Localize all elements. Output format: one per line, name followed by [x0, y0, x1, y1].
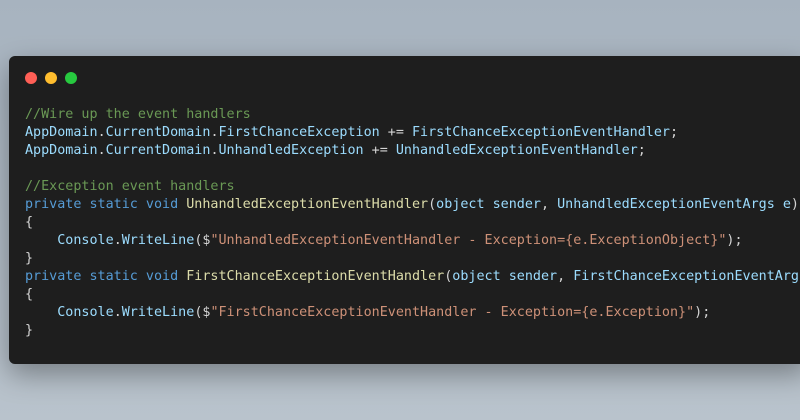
- code-token-punct: +=: [379, 125, 412, 140]
- code-line: Console.WriteLine($"UnhandledExceptionEv…: [25, 232, 800, 250]
- code-token-punct: .: [210, 125, 219, 140]
- code-token-punct: [25, 233, 57, 248]
- code-token-ident: CurrentDomain: [105, 125, 211, 140]
- code-token-ident: FirstChanceExceptionEventHandler: [412, 125, 670, 140]
- code-token-punct: ($: [194, 305, 211, 320]
- code-token-ident: FirstChanceExceptionEventArgs e: [573, 269, 800, 284]
- code-token-punct: }: [25, 323, 34, 338]
- code-token-keyword: private static void: [25, 269, 187, 284]
- code-token-punct: {: [25, 287, 34, 302]
- code-token-ident: object sender: [452, 269, 558, 284]
- code-token-ident: UnhandledExceptionEventArgs e: [557, 197, 791, 212]
- code-line: }: [25, 250, 800, 268]
- code-token-punct: [25, 305, 57, 320]
- code-token-punct: {: [25, 215, 34, 230]
- code-token-punct: ;: [637, 143, 646, 158]
- code-line: {: [25, 286, 800, 304]
- code-token-ident: WriteLine: [121, 305, 195, 320]
- code-token-method: UnhandledExceptionEventHandler: [186, 197, 429, 212]
- code-token-ident: FirstChanceException: [218, 125, 380, 140]
- code-line: AppDomain.CurrentDomain.FirstChanceExcep…: [25, 124, 800, 142]
- code-token-string: "FirstChanceExceptionEventHandler - Exce…: [210, 305, 695, 320]
- code-token-ident: UnhandledException: [218, 143, 364, 158]
- code-token-ident: Console: [57, 233, 114, 248]
- code-token-method: FirstChanceExceptionEventHandler: [186, 269, 445, 284]
- code-token-ident: UnhandledExceptionEventHandler: [395, 143, 638, 158]
- code-token-punct: ;: [669, 125, 679, 140]
- code-line: Console.WriteLine($"FirstChanceException…: [25, 304, 800, 322]
- code-token-ident: CurrentDomain: [105, 143, 211, 158]
- code-line: //Exception event handlers: [25, 178, 800, 196]
- code-token-punct: .: [97, 125, 106, 140]
- code-token-punct: );: [726, 233, 743, 248]
- code-token-ident: object sender: [436, 197, 541, 212]
- maximize-dot-icon[interactable]: [65, 72, 77, 84]
- code-token-punct: ($: [194, 233, 211, 248]
- code-token-punct: ,: [540, 197, 558, 212]
- code-token-punct: );: [694, 305, 711, 320]
- code-token-comment: //Wire up the event handlers: [25, 107, 251, 122]
- code-line: {: [25, 214, 800, 232]
- code-line: private static void UnhandledExceptionEv…: [25, 196, 800, 214]
- code-token-punct: }: [25, 251, 34, 266]
- close-dot-icon[interactable]: [25, 72, 37, 84]
- code-window: //Wire up the event handlers AppDomain.Cu…: [9, 56, 800, 364]
- code-block: //Wire up the event handlers AppDomain.Cu…: [25, 106, 800, 340]
- code-token-ident: AppDomain: [25, 143, 98, 158]
- code-token-keyword: private static void: [25, 197, 187, 212]
- code-token-punct: .: [97, 143, 106, 158]
- code-token-string: "UnhandledExceptionEventHandler - Except…: [210, 233, 727, 248]
- code-token-punct: .: [113, 305, 122, 320]
- code-token-punct: (: [428, 197, 437, 212]
- minimize-dot-icon[interactable]: [45, 72, 57, 84]
- code-line: private static void FirstChanceException…: [25, 268, 800, 286]
- code-token-comment: //Exception event handlers: [25, 179, 235, 194]
- code-token-ident: WriteLine: [121, 233, 195, 248]
- code-token-punct: +=: [363, 143, 396, 158]
- code-token-ident: AppDomain: [25, 125, 98, 140]
- code-line: //Wire up the event handlers: [25, 106, 800, 124]
- code-line: AppDomain.CurrentDomain.UnhandledExcepti…: [25, 142, 800, 160]
- code-token-punct: .: [113, 233, 122, 248]
- code-line: }: [25, 322, 800, 340]
- window-controls: [25, 72, 77, 84]
- code-token-punct: ,: [557, 269, 574, 284]
- code-token-punct: .: [210, 143, 219, 158]
- code-token-punct: ): [790, 197, 799, 212]
- code-token-ident: Console: [57, 305, 114, 320]
